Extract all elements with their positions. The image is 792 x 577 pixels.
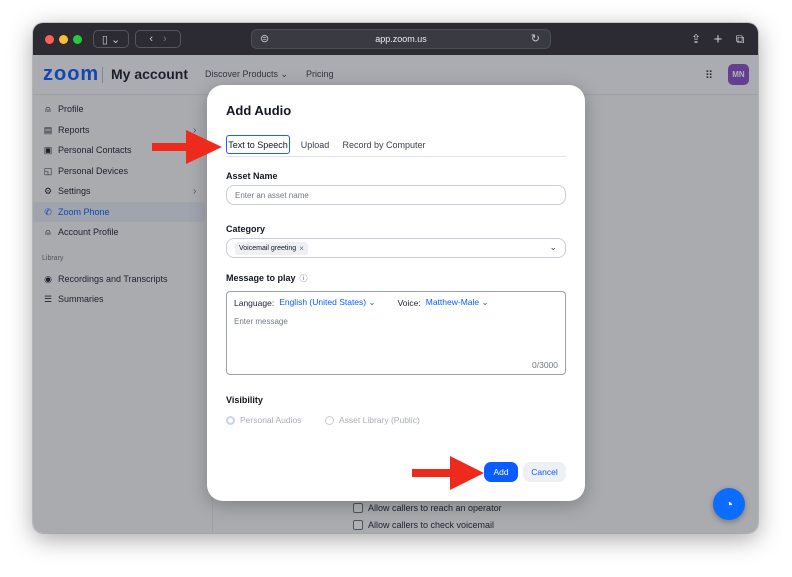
character-count: 0/3000 (532, 360, 558, 370)
reload-icon[interactable]: ↻ (531, 32, 540, 45)
visibility-label: Visibility (226, 395, 263, 405)
tab-record-by-computer[interactable]: Record by Computer (340, 135, 428, 154)
new-tab-icon[interactable]: + (711, 30, 725, 48)
annotation-arrow-add (412, 456, 484, 490)
language-label: Language: (234, 297, 275, 308)
share-icon[interactable]: ⇪ (689, 30, 703, 48)
category-select[interactable]: Voicemail greeting × ⌄ (226, 238, 566, 258)
back-icon[interactable]: ‹ (149, 33, 153, 45)
tab-divider (226, 156, 566, 157)
asset-name-label: Asset Name (226, 171, 278, 181)
browser-titlebar: ▯ ⌄ ‹ › ⊜ app.zoom.us ↻ ⇪ + ⧉ (33, 23, 758, 55)
chat-bubble-button[interactable]: ◔ (713, 488, 745, 520)
asset-name-placeholder: Enter an asset name (235, 190, 309, 200)
chat-icon: ◔ (724, 496, 734, 512)
category-chip: Voicemail greeting × (235, 241, 308, 255)
message-box[interactable]: Language: English (United States) ⌄ Voic… (226, 291, 566, 375)
asset-name-input[interactable]: Enter an asset name (226, 185, 566, 205)
radio-button[interactable] (226, 415, 235, 425)
message-label: Message to play ⓘ (226, 273, 308, 283)
remove-chip-icon[interactable]: × (299, 244, 304, 253)
add-audio-dialog: Add Audio Text to Speech Upload Record b… (207, 85, 585, 501)
dialog-title: Add Audio (226, 103, 292, 118)
tabs-overview-icon[interactable]: ⧉ (733, 30, 747, 48)
cancel-button[interactable]: Cancel (523, 462, 566, 482)
radio-button[interactable] (325, 415, 334, 425)
tab-upload[interactable]: Upload (298, 135, 332, 154)
radio-label: Asset Library (Public) (339, 415, 420, 425)
forward-icon[interactable]: › (163, 33, 167, 45)
category-chip-label: Voicemail greeting (239, 244, 297, 252)
voice-settings-row: Language: English (United States) ⌄ Voic… (234, 297, 489, 308)
language-dropdown[interactable]: English (United States) ⌄ (279, 297, 375, 308)
sidebar-toggle-icon: ▯ ⌄ (101, 33, 121, 46)
site-settings-icon[interactable]: ⊜ (260, 32, 269, 45)
close-window-button[interactable] (45, 35, 54, 44)
chevron-down-icon[interactable]: ⌄ (549, 242, 557, 253)
address-bar[interactable]: ⊜ app.zoom.us ↻ (251, 29, 551, 49)
message-placeholder: Enter message (234, 317, 288, 326)
category-label: Category (226, 224, 266, 234)
voice-label: Voice: (397, 297, 421, 308)
maximize-window-button[interactable] (73, 35, 82, 44)
minimize-window-button[interactable] (59, 35, 68, 44)
url-text: app.zoom.us (375, 34, 427, 44)
annotation-arrow-text-to-speech (152, 130, 222, 164)
info-icon[interactable]: ⓘ (300, 274, 308, 283)
radio-label: Personal Audios (240, 415, 302, 425)
tab-text-to-speech[interactable]: Text to Speech (226, 135, 290, 154)
voice-dropdown[interactable]: Matthew-Male ⌄ (426, 297, 489, 308)
sidebar-toggle-button[interactable]: ▯ ⌄ (93, 30, 129, 48)
add-button[interactable]: Add (484, 462, 518, 482)
history-nav-buttons[interactable]: ‹ › (135, 30, 181, 48)
radio-personal-audios[interactable]: Personal Audios (226, 415, 301, 425)
radio-asset-library[interactable]: Asset Library (Public) (325, 415, 420, 425)
